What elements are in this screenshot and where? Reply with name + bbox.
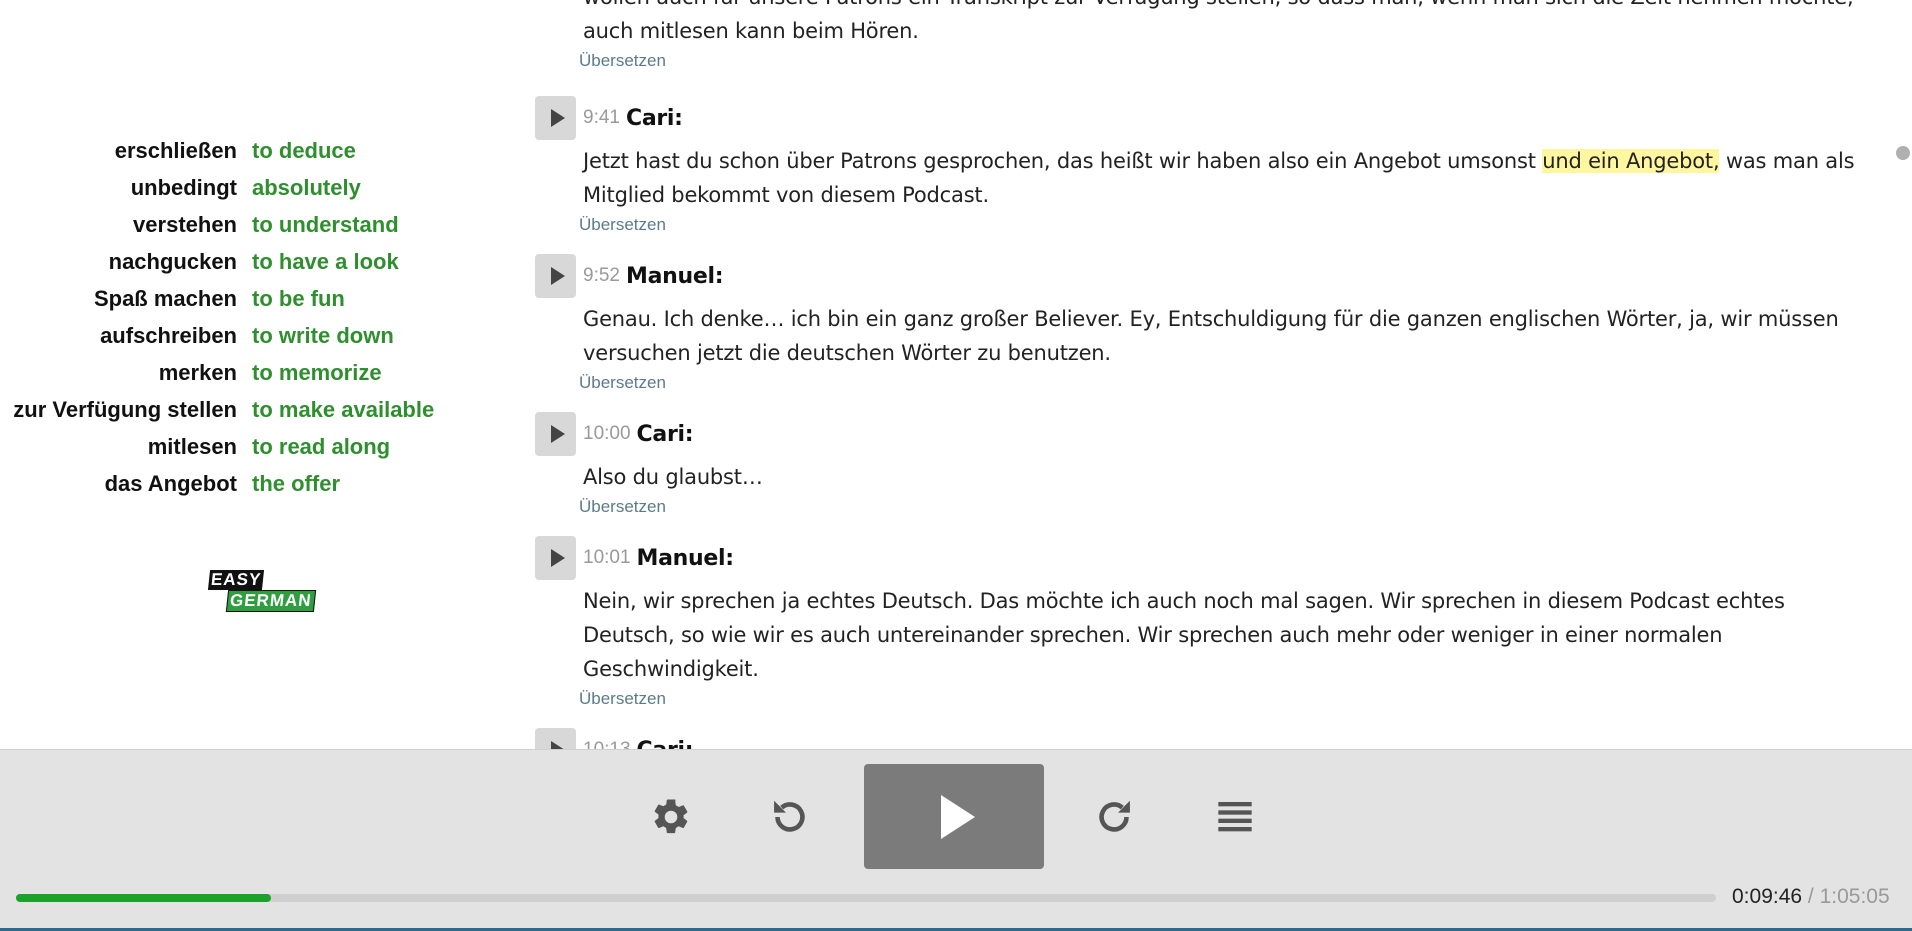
progress-fill <box>16 894 271 902</box>
rewind-button[interactable] <box>764 792 814 842</box>
vocab-german: Spaß machen <box>93 285 237 311</box>
entry-text-before: Jetzt hast du schon über Patrons gesproc… <box>583 149 1543 173</box>
entry-speaker: Manuel: <box>636 545 735 571</box>
entry-speaker: Cari: <box>637 738 694 750</box>
vocab-english: to be fun <box>252 285 345 311</box>
vocab-row: verstehen to understand <box>0 206 480 243</box>
play-icon <box>550 425 565 443</box>
transcript-panel[interactable]: wollen auch für unsere Patrons ein Trans… <box>535 0 1855 749</box>
logo-line-german: GERMAN <box>225 590 316 612</box>
play-icon <box>550 741 565 749</box>
list-icon <box>1218 802 1252 832</box>
vocab-row: Spaß machen to be fun <box>0 280 480 317</box>
entry-text: Genau. Ich denke… ich bin ein ganz große… <box>583 307 1839 365</box>
entry-play-button[interactable] <box>535 254 576 298</box>
entry-timestamp: 9:52 <box>583 265 620 286</box>
vocab-english: to deduce <box>252 137 356 163</box>
translate-link[interactable]: Übersetzen <box>579 50 666 72</box>
vocab-english: the offer <box>252 470 340 496</box>
total-duration: 1:05:05 <box>1819 885 1890 908</box>
entry-timestamp: 10:13 <box>583 739 631 749</box>
vocab-row: unbedingt absolutely <box>0 169 480 206</box>
vocab-english: to read along <box>252 433 391 459</box>
vocab-row: das Angebot the offer <box>0 465 480 502</box>
transcript-entry: 10:01 Manuel: Nein, wir sprechen ja echt… <box>535 536 1855 710</box>
entry-timestamp: 9:41 <box>583 107 620 128</box>
gear-icon <box>654 799 688 834</box>
play-icon <box>550 549 565 567</box>
vocab-english: to write down <box>252 322 394 348</box>
entry-header: 10:13 Cari: <box>583 728 1855 750</box>
vocab-english: to have a look <box>252 248 399 274</box>
audio-player: 0:09:46 / 1:05:05 <box>0 749 1912 931</box>
main-play-button[interactable] <box>864 764 1044 869</box>
entry-text: Also du glaubst… <box>583 465 763 489</box>
time-display: 0:09:46 / 1:05:05 <box>1732 885 1890 909</box>
vocab-row: erschließen to deduce <box>0 132 480 169</box>
transcript-entry: 9:41 Cari: Jetzt hast du schon über Patr… <box>535 96 1855 236</box>
translate-link[interactable]: Übersetzen <box>579 214 666 236</box>
vocab-german: merken <box>158 359 237 385</box>
entry-speaker: Cari: <box>636 421 694 447</box>
entry-play-button[interactable] <box>535 412 576 456</box>
vocab-row: aufschreiben to write down <box>0 317 480 354</box>
vocab-german: aufschreiben <box>100 322 237 348</box>
play-icon <box>941 794 975 839</box>
easy-german-logo: EASY GERMAN <box>207 570 316 612</box>
current-time: 0:09:46 <box>1732 885 1803 908</box>
transcript-list-button[interactable] <box>1210 792 1260 842</box>
play-icon <box>550 109 565 127</box>
transcript-entry: 10:00 Cari: Also du glaubst… Übersetzen <box>535 412 1855 518</box>
forward-button[interactable] <box>1090 792 1140 842</box>
forward-icon <box>1099 800 1130 832</box>
translate-link[interactable]: Übersetzen <box>579 496 666 518</box>
entry-text: Nein, wir sprechen ja echtes Deutsch. Da… <box>583 589 1785 681</box>
entry-header: 9:41 Cari: <box>583 96 1855 140</box>
app-root: erschließen to deduce unbedingt absolute… <box>0 0 1912 931</box>
transcript-entry: 10:13 Cari: <box>535 728 1855 749</box>
vocab-german: nachgucken <box>108 248 237 274</box>
entry-text: Jetzt hast du schon über Patrons gesproc… <box>583 144 1855 212</box>
entry-header: 9:52 Manuel: <box>583 254 1855 298</box>
vocab-german: das Angebot <box>104 470 237 496</box>
entry-play-button[interactable] <box>535 96 576 140</box>
entry-play-button[interactable] <box>535 728 576 749</box>
vocab-german: zur Verfügung stellen <box>13 396 237 422</box>
vocab-row: nachgucken to have a look <box>0 243 480 280</box>
entry-timestamp: 10:01 <box>583 547 631 568</box>
vocab-english: to memorize <box>252 359 382 385</box>
vocab-row: zur Verfügung stellen to make available <box>0 391 480 428</box>
entry-play-button[interactable] <box>535 536 576 580</box>
rewind-icon <box>774 800 805 832</box>
vocab-german: erschließen <box>114 137 237 163</box>
transcript-entry-partial: wollen auch für unsere Patrons ein Trans… <box>535 0 1855 88</box>
vocab-german: verstehen <box>133 211 237 237</box>
vocab-english: to make available <box>252 396 435 422</box>
translate-link[interactable]: Übersetzen <box>579 372 666 394</box>
entry-header: 10:01 Manuel: <box>583 536 1855 580</box>
entry-header: 10:00 Cari: <box>583 412 1855 456</box>
vocab-row: merken to memorize <box>0 354 480 391</box>
vocab-german: mitlesen <box>147 433 237 459</box>
time-separator: / <box>1802 885 1820 908</box>
vocab-english: absolutely <box>252 174 361 200</box>
vocab-row: mitlesen to read along <box>0 428 480 465</box>
vocab-german: unbedingt <box>130 174 237 200</box>
translate-link[interactable]: Übersetzen <box>579 688 666 710</box>
vocab-english: to understand <box>252 211 399 237</box>
transcript-entry: 9:52 Manuel: Genau. Ich denke… ich bin e… <box>535 254 1855 394</box>
entry-speaker: Cari: <box>625 105 683 131</box>
entry-speaker: Manuel: <box>625 263 724 289</box>
scrollbar-thumb[interactable] <box>1896 146 1910 160</box>
highlighted-phrase: und ein Angebot, <box>1542 149 1720 173</box>
entry-timestamp: 10:00 <box>583 423 631 444</box>
play-icon <box>550 267 565 285</box>
logo-line-easy: EASY <box>207 570 265 590</box>
vocabulary-list: erschließen to deduce unbedingt absolute… <box>0 132 480 502</box>
progress-bar[interactable] <box>16 894 1716 902</box>
entry-text: wollen auch für unsere Patrons ein Trans… <box>583 0 1854 43</box>
settings-button[interactable] <box>646 792 696 842</box>
